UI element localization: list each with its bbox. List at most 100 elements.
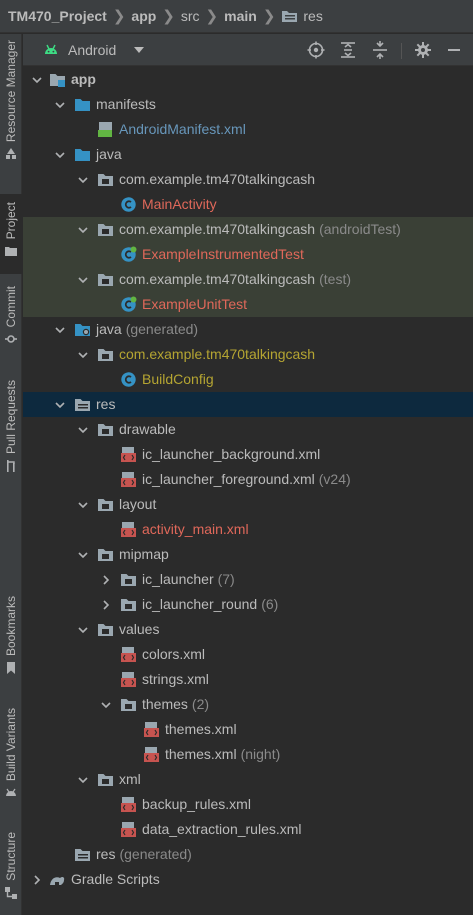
select-opened-file-button[interactable] [306,40,326,60]
xml-file-icon [121,647,136,662]
tree-node[interactable]: ic_launcher_foreground.xml (v24) [23,467,473,492]
chevron-down-icon[interactable] [54,99,66,111]
tree-node-name: ic_launcher_round [142,596,258,612]
tree-node[interactable]: ic_launcher_round (6) [23,592,473,617]
chevron-down-icon[interactable] [77,224,89,236]
tree-node[interactable]: res [23,392,473,417]
tree-node-hint: (androidTest) [319,221,401,237]
chevron-right-icon: ❯ [112,8,126,25]
tree-node[interactable]: BuildConfig [23,367,473,392]
tree-node[interactable]: colors.xml [23,642,473,667]
tree-node-name: Gradle Scripts [71,871,160,887]
tool-tab-project[interactable]: Project [0,194,22,274]
tree-node[interactable]: ic_launcher (7) [23,567,473,592]
chevron-right-icon[interactable] [100,574,112,586]
tree-node-name: themes [142,696,188,712]
xml-file-icon [121,522,136,537]
tree-node-name: activity_main.xml [142,521,249,537]
tree-node[interactable]: strings.xml [23,667,473,692]
tree-node-label: com.example.tm470talkingcash [119,346,315,363]
commit-icon [5,335,17,344]
tree-node[interactable]: ic_launcher_background.xml [23,442,473,467]
chevron-down-icon[interactable] [77,499,89,511]
tree-node[interactable]: AndroidManifest.xml [23,117,473,142]
tool-tab-label: Structure [4,832,18,881]
chevron-right-icon[interactable] [100,599,112,611]
breadcrumb-folder-label: res [303,8,323,24]
chevron-down-icon[interactable] [77,624,89,636]
gradle-icon [50,876,65,885]
tree-node[interactable]: manifests [23,92,473,117]
tree-node-label: ic_launcher (7) [142,571,235,588]
chevron-down-icon[interactable] [31,74,43,86]
pull-request-icon [7,460,15,473]
tree-node-name: mipmap [119,546,169,562]
resource-manager-icon [6,148,16,160]
tool-tab-resource-manager[interactable]: Resource Manager [0,40,22,180]
settings-button[interactable] [413,40,433,60]
tree-node-name: ic_launcher [142,571,214,587]
tree-node[interactable]: values [23,617,473,642]
breadcrumb-module[interactable]: app [131,8,156,24]
tree-node[interactable]: themes.xml (night) [23,742,473,767]
tree-node[interactable]: com.example.tm470talkingcash [23,342,473,367]
collapse-all-icon [373,41,387,59]
tree-node[interactable]: layout [23,492,473,517]
tree-node-label: themes.xml (night) [165,746,280,763]
tree-node[interactable]: ExampleUnitTest [23,292,473,317]
tree-node-name: manifests [96,96,156,112]
tree-node-label: AndroidManifest.xml [119,121,246,138]
tree-node[interactable]: com.example.tm470talkingcash [23,167,473,192]
chevron-down-icon[interactable] [100,699,112,711]
class-icon [121,197,136,212]
chevron-down-icon[interactable] [54,399,66,411]
tree-node[interactable]: java [23,142,473,167]
tree-node-hint: (2) [191,696,210,712]
tree-node[interactable]: res (generated) [23,842,473,867]
breadcrumb-project[interactable]: TM470_Project [8,8,107,24]
breadcrumb-folder[interactable]: res [281,8,323,24]
tree-node[interactable]: themes (2) [23,692,473,717]
tree-node[interactable]: themes.xml [23,717,473,742]
tree-node[interactable]: MainActivity [23,192,473,217]
project-tree[interactable]: app manifests AndroidManifest.xml java com.e… [23,67,473,915]
tree-node-label: app [71,71,96,88]
tree-node[interactable]: com.example.tm470talkingcash (test) [23,267,473,292]
collapse-all-button[interactable] [370,40,390,60]
tree-node-name: layout [119,496,157,512]
tool-tab-structure[interactable]: Structure [0,832,22,912]
view-mode-label: Android [68,41,117,58]
chevron-down-icon[interactable] [77,274,89,286]
hide-button[interactable] [444,40,464,60]
tree-node[interactable]: Gradle Scripts [23,867,473,892]
tree-node[interactable]: data_extraction_rules.xml [23,817,473,842]
expand-all-button[interactable] [338,40,358,60]
tool-tab-bookmarks[interactable]: Bookmarks [0,596,22,690]
project-view-selector[interactable]: Android [37,37,150,63]
tool-tab-pull-requests[interactable]: Pull Requests [0,380,22,488]
chevron-right-icon[interactable] [31,874,43,886]
tree-node-label: themes.xml [165,721,237,738]
gear-icon [415,42,431,58]
chevron-down-icon[interactable] [77,549,89,561]
chevron-down-icon[interactable] [54,149,66,161]
tree-node[interactable]: backup_rules.xml [23,792,473,817]
chevron-down-icon[interactable] [77,349,89,361]
tree-node-label: themes (2) [142,696,209,713]
breadcrumb-src[interactable]: src [181,8,200,24]
tree-node[interactable]: activity_main.xml [23,517,473,542]
tool-tab-build-variants[interactable]: Build Variants [0,708,22,814]
tree-node[interactable]: mipmap [23,542,473,567]
chevron-down-icon[interactable] [77,174,89,186]
breadcrumb-source-set[interactable]: main [224,8,257,24]
chevron-down-icon[interactable] [77,424,89,436]
tree-node[interactable]: app [23,67,473,92]
tool-tab-commit[interactable]: Commit [0,286,22,358]
tree-node[interactable]: xml [23,767,473,792]
chevron-down-icon[interactable] [54,324,66,336]
tree-node[interactable]: com.example.tm470talkingcash (androidTest… [23,217,473,242]
chevron-down-icon[interactable] [77,774,89,786]
tree-node[interactable]: drawable [23,417,473,442]
tree-node[interactable]: java (generated) [23,317,473,342]
tree-node[interactable]: ExampleInstrumentedTest [23,242,473,267]
